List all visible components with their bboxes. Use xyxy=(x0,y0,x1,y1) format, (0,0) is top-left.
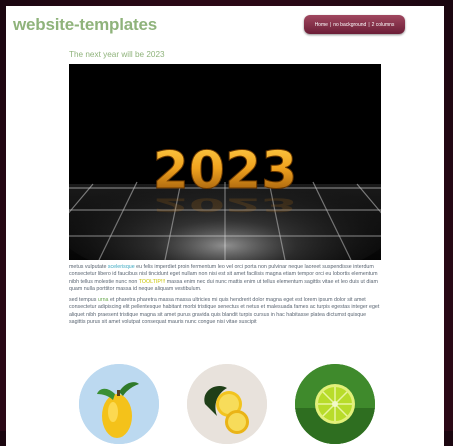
hero-year-text: 2023 xyxy=(153,141,298,201)
page-container: website-templates Home | no background |… xyxy=(6,6,444,446)
nav-no-background-link[interactable]: no background xyxy=(332,22,367,28)
top-nav: Home | no background | 2 columns xyxy=(304,15,405,34)
image-gallery xyxy=(79,364,379,444)
hero-image: 2023 2023 xyxy=(69,64,381,260)
nav-separator: | xyxy=(368,21,370,28)
lemon-halves-icon xyxy=(187,364,267,444)
lemon-icon xyxy=(79,364,159,444)
nav-home-link[interactable]: Home xyxy=(314,22,329,28)
hero-year-reflection: 2023 xyxy=(153,194,298,215)
article-headline: The next year will be 2023 xyxy=(69,50,165,59)
gallery-image-lemon-halves[interactable] xyxy=(187,364,267,444)
article-paragraph-2: sed tempus urna et pharetra pharetra mas… xyxy=(69,297,381,326)
paragraph-text: sed tempus xyxy=(69,297,98,304)
paragraph-text: et pharetra pharetra massa massa ultrici… xyxy=(69,297,380,326)
lime-slice-icon xyxy=(295,364,375,444)
nav-two-columns-link[interactable]: 2 columns xyxy=(371,22,396,28)
article: The next year will be 2023 2023 2023 met… xyxy=(69,50,381,326)
paragraph-text: metus vulputate xyxy=(69,264,108,270)
site-logo[interactable]: website-templates xyxy=(13,15,157,35)
tooltip-link[interactable]: TOOLTIP!!! xyxy=(139,279,166,285)
inline-link[interactable]: scelerisque xyxy=(108,264,135,270)
inline-link[interactable]: urna xyxy=(98,297,109,303)
gallery-image-lemon[interactable] xyxy=(79,364,159,444)
article-paragraph-1: metus vulputate scelerisque eu felis imp… xyxy=(69,264,381,293)
gallery-image-lime[interactable] xyxy=(295,364,375,444)
nav-separator: | xyxy=(329,21,332,28)
